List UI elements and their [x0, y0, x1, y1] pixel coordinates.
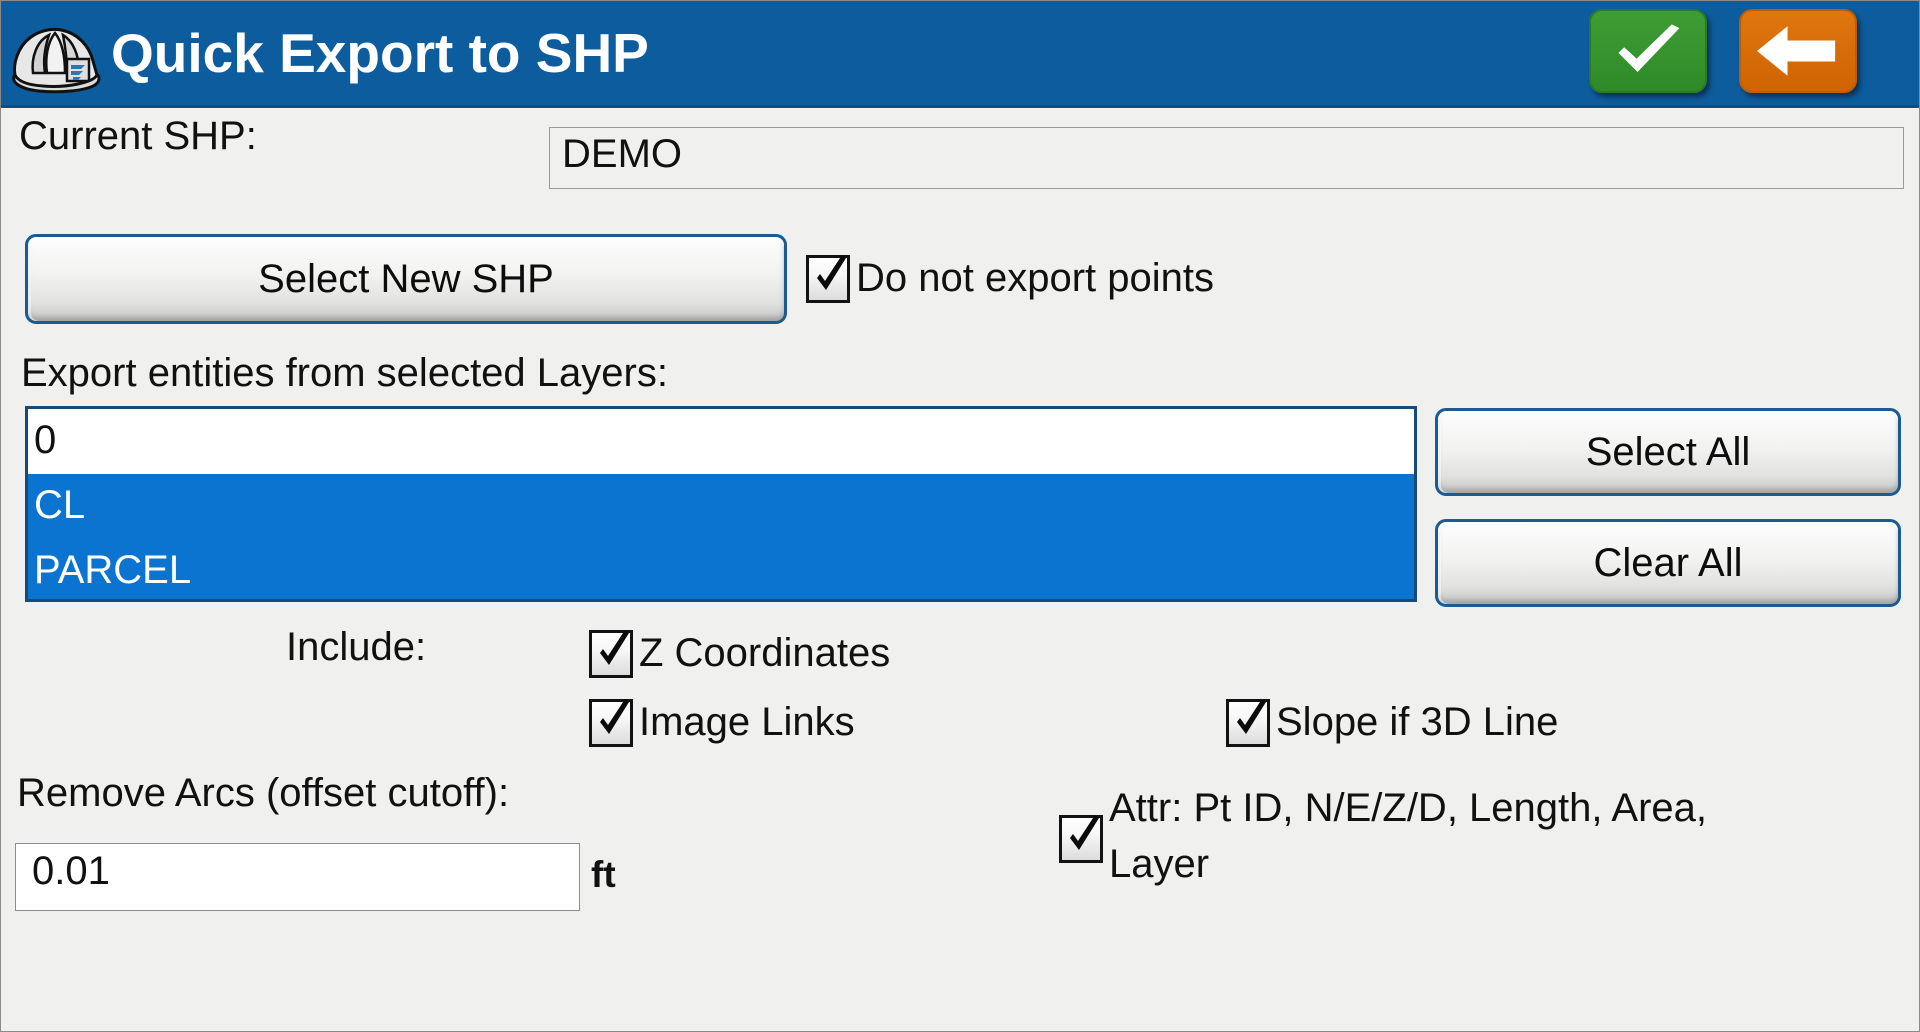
include-z-coordinates-label: Z Coordinates	[639, 631, 891, 675]
list-item[interactable]: CL	[28, 474, 1414, 539]
include-image-links-label: Image Links	[639, 700, 855, 744]
include-attributes-checkbox[interactable]: Attr: Pt ID, N/E/Z/D, Length, Area, Laye…	[1059, 780, 1799, 892]
checkbox-checked-icon	[1059, 814, 1103, 863]
include-slope-if-3d-line-label: Slope if 3D Line	[1276, 700, 1559, 744]
hard-hat-icon	[7, 9, 103, 99]
list-item[interactable]: PARCEL	[28, 539, 1414, 599]
do-not-export-points-checkbox[interactable]: Do not export points	[806, 250, 1214, 307]
back-button[interactable]	[1739, 9, 1857, 93]
include-z-coordinates-checkbox[interactable]: Z Coordinates	[589, 625, 890, 682]
page-title: Quick Export to SHP	[111, 22, 649, 84]
checkmark-icon	[1618, 24, 1680, 72]
export-layers-label: Export entities from selected Layers:	[21, 351, 668, 395]
current-shp-value: DEMO	[562, 132, 682, 176]
confirm-button[interactable]	[1589, 9, 1707, 93]
checkbox-checked-icon	[589, 630, 633, 678]
do-not-export-points-label: Do not export points	[856, 256, 1214, 300]
checkbox-checked-icon	[589, 699, 633, 747]
layer-list[interactable]: 0 CL PARCEL	[25, 406, 1417, 602]
include-attributes-label: Attr: Pt ID, N/E/Z/D, Length, Area, Laye…	[1109, 786, 1708, 886]
select-new-shp-button[interactable]: Select New SHP	[25, 234, 787, 324]
checkbox-checked-icon	[806, 255, 850, 303]
current-shp-field: DEMO	[549, 127, 1904, 189]
remove-arcs-input[interactable]: 0.01	[15, 843, 580, 911]
quick-export-to-shp-dialog: Quick Export to SHP Current SHP: DEMO Se…	[0, 0, 1920, 1032]
select-all-button[interactable]: Select All	[1435, 408, 1901, 496]
remove-arcs-label: Remove Arcs (offset cutoff):	[17, 771, 510, 815]
clear-all-button[interactable]: Clear All	[1435, 519, 1901, 607]
remove-arcs-value: 0.01	[32, 849, 110, 893]
include-slope-if-3d-line-checkbox[interactable]: Slope if 3D Line	[1226, 694, 1558, 751]
current-shp-label: Current SHP:	[19, 114, 257, 158]
include-image-links-checkbox[interactable]: Image Links	[589, 694, 855, 751]
left-arrow-icon	[1757, 26, 1836, 76]
remove-arcs-unit-label: ft	[591, 854, 616, 895]
title-bar: Quick Export to SHP	[1, 1, 1919, 108]
list-item[interactable]: 0	[28, 409, 1414, 474]
include-label: Include:	[286, 625, 427, 669]
checkbox-checked-icon	[1226, 699, 1270, 747]
